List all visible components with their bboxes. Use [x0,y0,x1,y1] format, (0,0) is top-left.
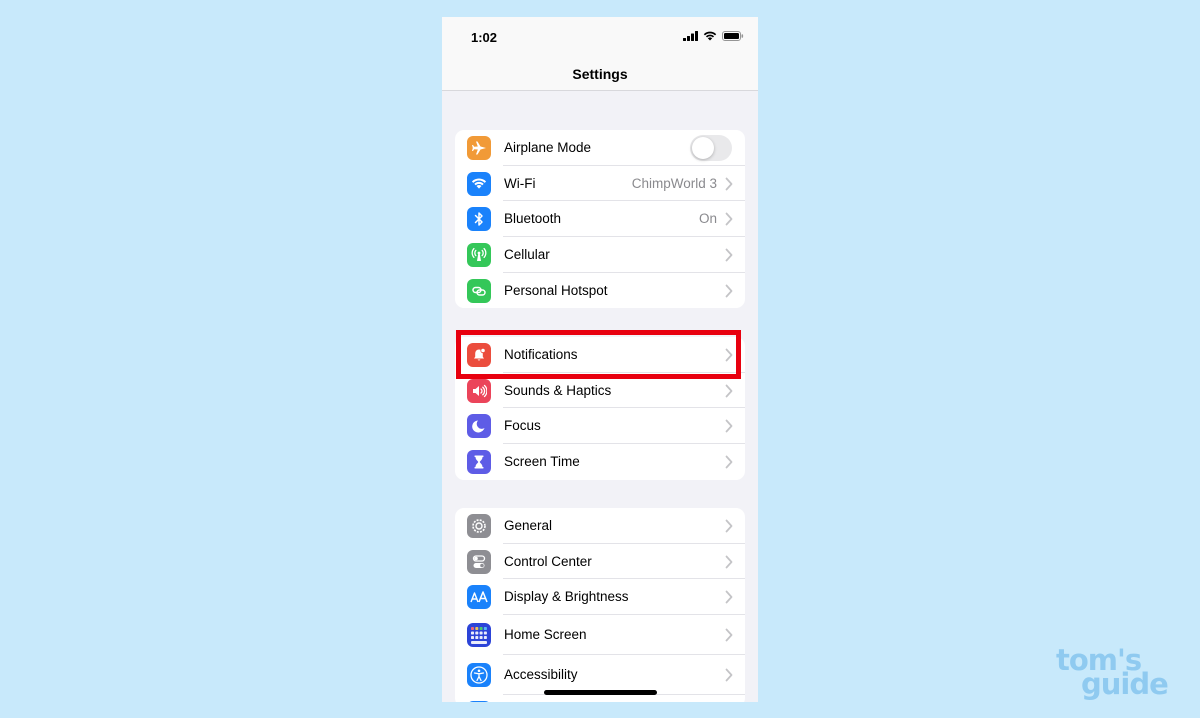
row-label: Bluetooth [504,211,562,227]
general-group: General Control Center Display & Brightn… [455,508,745,702]
row-label: Home Screen [504,627,587,643]
cellular-icon [467,243,491,268]
row-focus[interactable]: Focus [455,408,745,445]
row-label: Airplane Mode [504,140,592,155]
navigation-bar: Settings [442,57,758,91]
row-notifications[interactable]: Notifications [455,337,745,373]
row-label: Display & Brightness [504,589,629,605]
airplane-mode-toggle[interactable] [690,135,732,161]
row-label: Focus [504,418,541,434]
signal-icon [683,31,698,41]
row-label: Notifications [504,347,578,362]
toggle-knob [692,137,714,159]
chevron-right-icon [725,668,733,682]
row-general[interactable]: General [455,508,745,544]
chevron-right-icon [725,384,733,398]
row-label: General [504,518,553,533]
row-label: Screen Time [504,454,580,470]
status-icons [683,31,744,41]
row-bluetooth[interactable]: Bluetooth On [455,201,745,238]
row-screen-time[interactable]: Screen Time [455,444,745,480]
wifi-status-icon [703,31,717,41]
row-personal-hotspot[interactable]: Personal Hotspot [455,273,745,309]
row-airplane-mode[interactable]: Airplane Mode [455,130,745,166]
moon-icon [467,414,491,439]
chevron-right-icon [725,419,733,433]
wifi-network-value: ChimpWorld 3 [631,175,717,191]
row-control-center[interactable]: Control Center [455,544,745,580]
bluetooth-status-value: On [698,211,717,227]
home-grid-icon [467,623,491,648]
chevron-right-icon [725,555,733,569]
switches-icon [467,549,491,574]
row-home-screen[interactable]: Home Screen [455,615,745,656]
partial-row-icon [467,701,491,702]
chevron-right-icon [725,348,733,362]
status-time: 1:02 [471,30,498,45]
chevron-right-icon [725,284,733,298]
row-display-brightness[interactable]: Display & Brightness [455,579,745,616]
hotspot-icon [467,278,491,303]
phone-screen: 1:02 Settings Airplane Mode Wi-Fi ChimpW… [442,17,758,702]
gear-icon [467,514,491,538]
row-label: Sounds & Haptics [504,382,612,398]
chevron-right-icon [725,628,733,642]
row-label: Personal Hotspot [504,282,608,298]
chevron-right-icon [725,519,733,533]
notifications-icon [467,343,491,367]
chevron-right-icon [725,177,733,191]
airplane-icon [467,136,491,160]
page-title: Settings [572,66,628,82]
row-cellular[interactable]: Cellular [455,237,745,273]
speaker-icon [467,378,491,403]
home-indicator[interactable] [544,690,657,695]
connectivity-group: Airplane Mode Wi-Fi ChimpWorld 3 Bluetoo… [455,130,745,309]
wifi-icon [467,171,491,196]
row-label: Cellular [504,247,550,263]
bluetooth-icon [467,207,491,232]
row-wifi[interactable]: Wi-Fi ChimpWorld 3 [455,166,745,202]
row-next-partial[interactable] [455,695,745,702]
chevron-right-icon [725,248,733,262]
text-size-icon [467,585,491,610]
status-bar: 1:02 [442,17,758,57]
accessibility-icon [467,663,491,688]
chevron-right-icon [725,212,733,226]
row-label: Wi-Fi [504,175,536,191]
toms-guide-watermark-logo: tom's guide [1056,646,1176,699]
row-label: Control Center [504,553,592,569]
notifications-group: Notifications Sounds & Haptics Focus Scr… [455,337,745,480]
battery-icon [722,31,744,41]
row-sounds-haptics[interactable]: Sounds & Haptics [455,373,745,409]
chevron-right-icon [725,455,733,469]
chevron-right-icon [725,590,733,604]
row-label: Accessibility [504,667,578,683]
hourglass-icon [467,450,491,475]
